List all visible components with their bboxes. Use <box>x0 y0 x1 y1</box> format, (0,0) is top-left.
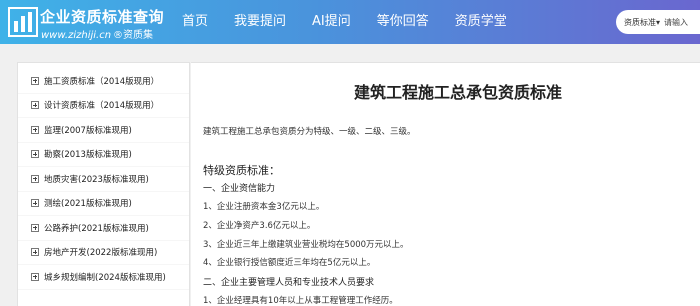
search-box: 资质标准▾ <box>616 10 700 34</box>
expand-plus-icon[interactable] <box>31 248 39 257</box>
logo-mark-icon <box>8 7 38 37</box>
nav-ai-question[interactable]: AI提问 <box>312 0 351 44</box>
logo-subtitle: www.zizhiji.cn ®资质集 <box>41 26 181 41</box>
sidebar-item-label: 房地产开发(2022版标准现用) <box>44 248 158 259</box>
sidebar-item-label: 设计资质标准（2014版现用） <box>44 101 160 112</box>
sidebar-item-supervision[interactable]: 监理(2007版标准现用) <box>18 118 189 143</box>
requirement-line: 4、企业银行授信额度近三年均在5亿元以上。 <box>203 258 376 268</box>
nav-awaiting-answer[interactable]: 等你回答 <box>377 0 429 44</box>
expand-plus-icon[interactable] <box>31 272 39 281</box>
sidebar-item-label: 监理(2007版标准现用) <box>44 125 132 136</box>
subheading: 二、企业主要管理人员和专业技术人员要求 <box>203 278 375 288</box>
search-category-select[interactable]: 资质标准▾ <box>616 17 664 28</box>
sidebar: 施工资质标准（2014版现用） 设计资质标准（2014版现用） 监理(2007版… <box>17 62 190 306</box>
sidebar-item-survey[interactable]: 勘察(2013版标准现用) <box>18 143 189 167</box>
sidebar-item-surveying-mapping[interactable]: 测绘(2021版标准现用) <box>18 192 189 216</box>
requirement-line: 3、企业近三年上缴建筑业营业税均在5000万元以上。 <box>203 240 409 250</box>
article-content: 建筑工程施工总承包资质标准 建筑工程施工总承包资质分为特级、一级、二级、三级。 … <box>191 62 700 306</box>
subheading: 一、企业资信能力 <box>203 184 276 194</box>
section-title: 特级资质标准： <box>203 164 280 177</box>
main-nav: 首页 我要提问 AI提问 等你回答 资质学堂 <box>182 0 533 44</box>
sidebar-item-urban-planning[interactable]: 城乡规划编制(2024版标准现用) <box>18 265 189 290</box>
requirement-line: 2、企业净资产3.6亿元以上。 <box>203 221 316 231</box>
logo-url: www.zizhiji.cn <box>41 30 112 41</box>
sidebar-item-design[interactable]: 设计资质标准（2014版现用） <box>18 94 189 118</box>
search-input[interactable] <box>664 12 700 32</box>
sidebar-item-label: 地质灾害(2023版标准现用) <box>44 174 149 185</box>
nav-ask-question[interactable]: 我要提问 <box>234 0 286 44</box>
sidebar-item-label: 勘察(2013版标准现用) <box>44 150 132 161</box>
sidebar-item-construction[interactable]: 施工资质标准（2014版现用） <box>18 69 189 94</box>
nav-qualification-school[interactable]: 资质学堂 <box>455 0 507 44</box>
expand-plus-icon[interactable] <box>31 76 39 85</box>
intro-text: 建筑工程施工总承包资质分为特级、一级、二级、三级。 <box>203 127 416 137</box>
requirement-line: 1、企业经理具有10年以上从事工程管理工作经历。 <box>203 296 398 306</box>
requirement-line: 1、企业注册资本金3亿元以上。 <box>203 202 325 212</box>
logo-tag: ®资质集 <box>113 30 154 41</box>
sidebar-item-label: 施工资质标准（2014版现用） <box>44 76 160 87</box>
page-title: 建筑工程施工总承包资质标准 <box>354 83 563 102</box>
sidebar-item-label: 公路养护(2021版标准现用) <box>44 223 149 234</box>
sidebar-item-label: 城乡规划编制(2024版标准现用) <box>44 272 166 283</box>
expand-plus-icon[interactable] <box>31 150 39 159</box>
sidebar-item-real-estate[interactable]: 房地产开发(2022版标准现用) <box>18 241 189 265</box>
expand-plus-icon[interactable] <box>31 101 39 110</box>
expand-plus-icon[interactable] <box>31 174 39 183</box>
sidebar-item-road-maintenance[interactable]: 公路养护(2021版标准现用) <box>18 216 189 241</box>
sidebar-item-label: 测绘(2021版标准现用) <box>44 199 132 210</box>
expand-plus-icon[interactable] <box>31 199 39 208</box>
expand-plus-icon[interactable] <box>31 125 39 134</box>
top-navigation-bar: 企业资质标准查询 www.zizhiji.cn ®资质集 首页 我要提问 AI提问… <box>0 0 700 44</box>
sidebar-item-geological-hazard[interactable]: 地质灾害(2023版标准现用) <box>18 167 189 192</box>
logo-title: 企业资质标准查询 <box>40 8 165 26</box>
expand-plus-icon[interactable] <box>31 223 39 232</box>
nav-home[interactable]: 首页 <box>182 0 208 44</box>
